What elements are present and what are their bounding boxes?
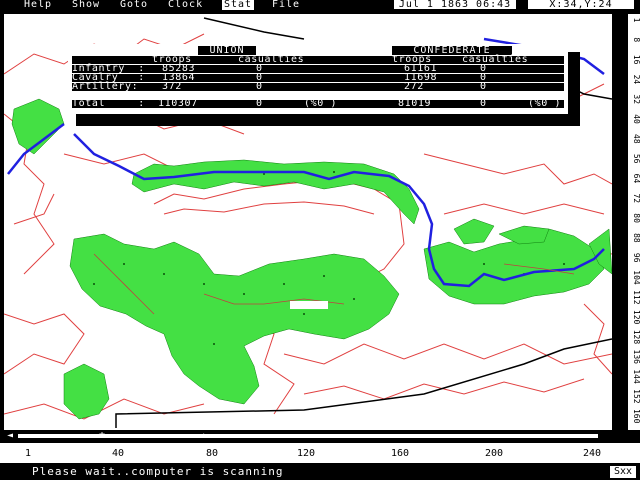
scroll-thumb[interactable]: ✱ [96, 430, 108, 442]
status-message: Please wait..computer is scanning [32, 465, 284, 478]
ruler-y-label: 112 [632, 290, 640, 305]
union-artillery-troops: 372 [162, 81, 182, 92]
ruler-y-label: 80 [632, 213, 640, 223]
menu-bar: Help Show Goto Clock Stat File Jul 1 186… [0, 0, 640, 10]
ruler-y-label: 48 [632, 134, 640, 144]
ruler-y-label: 104 [632, 270, 640, 285]
ruler-y-label: 56 [632, 154, 640, 164]
menu-clock[interactable]: Clock [168, 0, 203, 10]
scroll-right-arrow[interactable]: ► [200, 430, 212, 442]
menu-goto[interactable]: Goto [120, 0, 148, 10]
ruler-x-label: 80 [205, 448, 219, 459]
row-label-total: Total : [72, 98, 145, 109]
game-datetime: Jul 1 1863 06:43 [394, 0, 516, 10]
union-total-casualties: 0 [256, 98, 263, 109]
ruler-y-label: 120 [632, 310, 640, 325]
union-artillery-casualties: 0 [256, 81, 263, 92]
vertical-ruler: 1 8 16 24 32 40 48 56 64 72 80 88 96 104 112 120 128 136 1… [614, 14, 640, 430]
menu-file[interactable]: File [272, 0, 300, 10]
confed-total-troops: 81019 [398, 98, 432, 109]
ruler-y-label: 88 [632, 233, 640, 243]
ruler-y-label: 160 [632, 409, 640, 424]
ruler-y-label: 24 [632, 75, 640, 85]
confed-artillery-troops: 272 [404, 81, 424, 92]
status-bar: Please wait..computer is scanning Sxx [0, 464, 640, 480]
ruler-y-label: 136 [632, 350, 640, 365]
clearing [290, 301, 328, 309]
ruler-x-label: 200 [484, 448, 504, 459]
col-confed-casualties: casualties [462, 54, 529, 65]
ruler-x-label: 160 [390, 448, 410, 459]
ruler-y-label: 96 [632, 253, 640, 263]
ruler-y-label: 40 [632, 114, 640, 124]
union-total-percent: (%0 ) [304, 98, 338, 109]
menu-show[interactable]: Show [72, 0, 100, 10]
ruler-x-label: 40 [111, 448, 125, 459]
col-union-casualties: casualties [238, 54, 305, 65]
stats-panel: UNION CONFEDERATE troops casualties troo… [68, 44, 568, 114]
union-total-troops: 110307 [158, 98, 198, 109]
horizontal-scrollbar[interactable]: ◄ ✱ ► [4, 430, 612, 442]
confed-artillery-casualties: 0 [480, 81, 487, 92]
ruler-y-label: 32 [632, 94, 640, 104]
ruler-y-label: 72 [632, 193, 640, 203]
zoom-indicator[interactable]: Sxx [610, 466, 636, 478]
forest-areas [11, 98, 612, 420]
ruler-x-label: 1 [24, 448, 32, 459]
ruler-y-label: 152 [632, 389, 640, 404]
ruler-y-label: 144 [632, 369, 640, 384]
ruler-y-label: 64 [632, 174, 640, 184]
ruler-y-label: 16 [632, 55, 640, 65]
confed-total-casualties: 0 [480, 98, 487, 109]
ruler-y-label: 1 [632, 18, 640, 23]
cursor-coordinates: X:34,Y:24 [528, 0, 634, 10]
horizontal-ruler: 1 40 80 120 160 200 240 [0, 443, 640, 463]
ruler-x-label: 240 [582, 448, 602, 459]
menu-help[interactable]: Help [24, 0, 52, 10]
row-label-artillery: Artillery: [72, 81, 139, 92]
menu-stat[interactable]: Stat [222, 0, 255, 10]
confed-total-percent: (%0 ) [528, 98, 562, 109]
ruler-y-label: 8 [632, 37, 640, 42]
ruler-y-label: 128 [632, 330, 640, 345]
scroll-left-arrow[interactable]: ◄ [4, 430, 16, 442]
ruler-x-label: 120 [296, 448, 316, 459]
